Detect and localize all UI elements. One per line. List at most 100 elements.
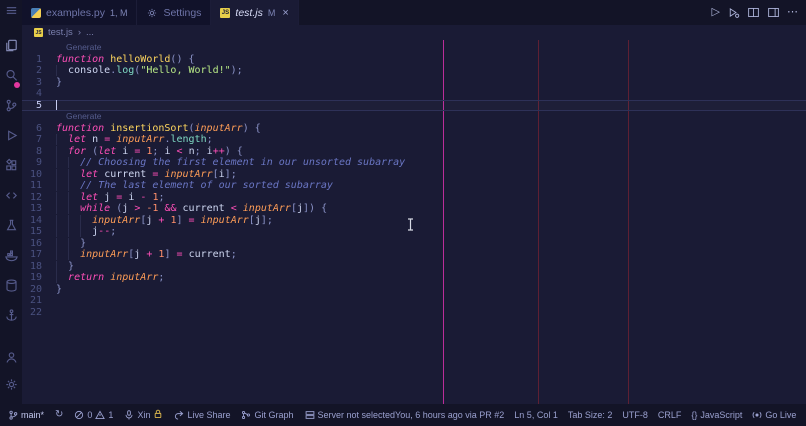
language-label: JavaScript [700,410,743,420]
code-line[interactable]: 12 let j = i - 1; [22,192,806,204]
mouse-cursor [406,218,415,231]
sidebar-item-anchor[interactable] [0,303,22,333]
breadcrumb[interactable]: test.js › ... [22,25,806,40]
code-line[interactable]: 5 [22,99,806,112]
sidebar-item-extensions[interactable] [0,153,22,183]
error-count: 0 [87,410,93,420]
code-line[interactable]: 17 inputArr[j + 1] = current; [22,249,806,261]
code-editor[interactable]: Generate 1 function helloWorld() {2 consol… [22,40,806,404]
warning-count: 1 [108,410,114,420]
tab-label: test.js [235,6,263,19]
codelens-generate[interactable]: Generate [66,111,101,121]
encoding-indicator[interactable]: UTF-8 [622,410,648,420]
code-line[interactable]: 1 function helloWorld() { [22,54,806,66]
tab-examples-py[interactable]: examples.py 1, M [22,0,138,25]
code-line[interactable]: 9 // Choosing the first element in our u… [22,157,806,169]
cursor-position-indicator[interactable]: Ln 5, Col 1 [514,410,558,420]
code-line[interactable]: 2 console.log("Hello, World!"); [22,65,806,77]
anchor-icon [4,308,19,328]
code-line[interactable]: 6 function insertionSort(inputArr) { [22,123,806,135]
line-number: 2 [35,65,42,76]
code-line-text: for (let i = 1; i < n; i++) { [44,146,243,158]
tab-size-indicator[interactable]: Tab Size: 2 [568,410,613,420]
tab-test-js[interactable]: test.js M × [211,0,299,25]
tab-label: examples.py [46,6,105,19]
breadcrumb-more[interactable]: ... [86,27,94,38]
code-line-text: j--; [44,226,116,238]
code-line[interactable]: 11 // The last element of our sorted sub… [22,180,806,192]
code-line[interactable]: 22 [22,307,806,319]
code-line-text: } [44,261,74,273]
accounts-button[interactable] [0,346,22,373]
server-icon [305,411,314,419]
git-graph-button[interactable]: Git Graph [241,410,294,420]
line-number: 15 [29,226,42,237]
codelens-generate[interactable]: Generate [66,42,101,52]
live-share-button[interactable]: Live Share [174,410,230,420]
line-number: 18 [29,260,42,272]
code-line[interactable]: 13 while (j > -1 && current < inputArr[j… [22,203,806,215]
breadcrumb-file[interactable]: test.js [48,27,73,38]
server-label: Server not selected [317,410,396,420]
eol-indicator[interactable]: CRLF [658,410,682,420]
git-graph-label: Git Graph [254,410,294,420]
line-number: 8 [35,145,42,157]
code-line[interactable]: 7 let n = inputArr.length; [22,134,806,146]
line-number: 10 [29,168,42,180]
code-line-text: } [44,238,86,250]
tab-settings[interactable]: Settings [137,0,212,25]
go-live-button[interactable]: Go Live [752,410,796,420]
code-line-text: // Choosing the first element in our uns… [44,157,405,169]
encoding: UTF-8 [622,410,648,420]
split-editor-button[interactable] [747,6,760,19]
lock-icon [153,409,163,421]
problems-indicator[interactable]: 0 1 [74,410,113,420]
code-line[interactable]: 4 [22,88,806,100]
sidebar-item-database[interactable] [0,273,22,303]
code-line[interactable]: 21 [22,295,806,307]
line-number: 12 [29,191,42,203]
layout-button[interactable] [767,6,780,19]
manage-button[interactable] [0,373,22,400]
extensions-icon [4,158,19,178]
sidebar-item-docker[interactable] [0,243,22,273]
code-line[interactable]: 20} [22,284,806,296]
branch-indicator[interactable]: main* [8,410,44,420]
line-number: 13 [29,203,42,214]
run-button[interactable]: ▷ [712,7,720,18]
blame-text: You, 6 hours ago via PR #2 [395,410,505,420]
code-line[interactable]: 19 return inputArr; [22,272,806,284]
code-line[interactable]: 8 for (let i = 1; i < n; i++) { [22,146,806,158]
code-line[interactable]: 10 let current = inputArr[i]; [22,169,806,181]
remote-icon [4,188,19,208]
line-number: 6 [35,122,42,134]
code-line-text: let current = inputArr[i]; [44,169,237,181]
javascript-icon [34,28,43,37]
user-name: Xin [137,410,151,420]
sidebar-item-search[interactable] [0,63,22,93]
line-number: 22 [29,306,42,318]
line-number: 11 [29,180,42,191]
sidebar-item-run-debug[interactable] [0,123,22,153]
code-line-text: } [56,76,63,88]
git-blame-indicator[interactable]: You, 6 hours ago via PR #2 [395,410,504,420]
menu-button[interactable] [0,0,22,25]
code-line[interactable]: 18 } [22,261,806,273]
menu-icon [4,3,19,23]
code-line[interactable]: 3} [22,77,806,89]
branch-icon [9,410,18,420]
more-actions-button[interactable]: ⋯ [787,7,798,18]
close-icon[interactable]: × [282,7,288,19]
sync-button[interactable]: ↻ [55,410,63,420]
voice-user-indicator[interactable]: Xin [124,409,163,421]
language-mode-indicator[interactable]: {} JavaScript [691,410,742,420]
run-or-debug-button[interactable] [727,6,740,19]
server-indicator[interactable]: Server not selected [305,410,396,420]
code-line-text: let j = i - 1; [44,192,164,204]
sidebar-item-testing[interactable] [0,213,22,243]
sidebar-item-explorer[interactable] [0,33,22,63]
sidebar-item-source-control[interactable] [0,93,22,123]
code-line[interactable]: 16 } [22,238,806,250]
sidebar-item-remote-explorer[interactable] [0,183,22,213]
